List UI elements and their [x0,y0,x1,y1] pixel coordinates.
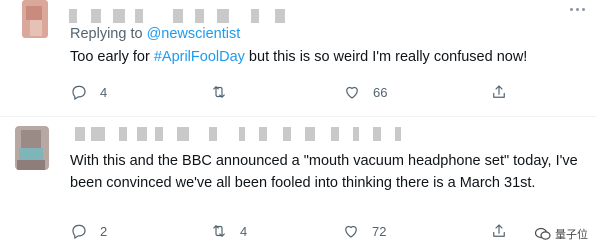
retweet-button[interactable] [210,82,240,102]
tweet-reply-2[interactable]: With this and the BBC announced a "mouth… [0,117,596,248]
action-bar: 4 66 [70,82,580,102]
like-button[interactable]: 66 [343,82,387,102]
retweet-button[interactable]: 4 [210,221,247,241]
avatar[interactable] [15,126,49,170]
reply-icon [72,85,86,100]
share-button[interactable] [490,82,508,102]
like-icon [345,225,357,238]
tweet-text-after: but this is so weird I'm really confused… [244,49,528,65]
wechat-icon [535,227,551,240]
retweet-count: 4 [240,223,248,239]
reply-button[interactable]: 2 [70,221,107,241]
action-bar: 2 4 72 [70,221,580,241]
retweet-icon [213,225,225,237]
more-icon[interactable] [570,8,586,14]
hashtag-link[interactable]: #AprilFoolDay [154,49,245,65]
like-count: 72 [372,223,387,239]
replying-prefix: Replying to [70,26,143,42]
like-button[interactable]: 72 [342,221,386,241]
reply-button[interactable]: 4 [70,82,107,102]
retweet-icon [213,86,225,98]
tweet-text: With this and the BBC announced a "mouth… [70,153,578,191]
watermark-text: 量子位 [555,229,588,241]
reply-count: 4 [100,84,108,100]
tweet-reply-1[interactable]: Replying to @newscientist Too early for … [0,0,596,117]
tweet-text: Too early for #AprilFoolDay but this is … [70,46,527,68]
like-icon [346,86,358,99]
mention-link[interactable]: @newscientist [147,26,241,42]
replying-to: Replying to @newscientist [70,26,240,42]
reply-count: 2 [100,223,108,239]
like-count: 66 [373,84,388,100]
watermark: 量子位 [535,226,588,242]
reply-icon [72,224,86,239]
avatar[interactable] [22,0,48,38]
share-icon [493,224,505,237]
share-button[interactable] [490,221,508,241]
share-icon [493,85,505,98]
tweet-text-before: Too early for [70,49,154,65]
